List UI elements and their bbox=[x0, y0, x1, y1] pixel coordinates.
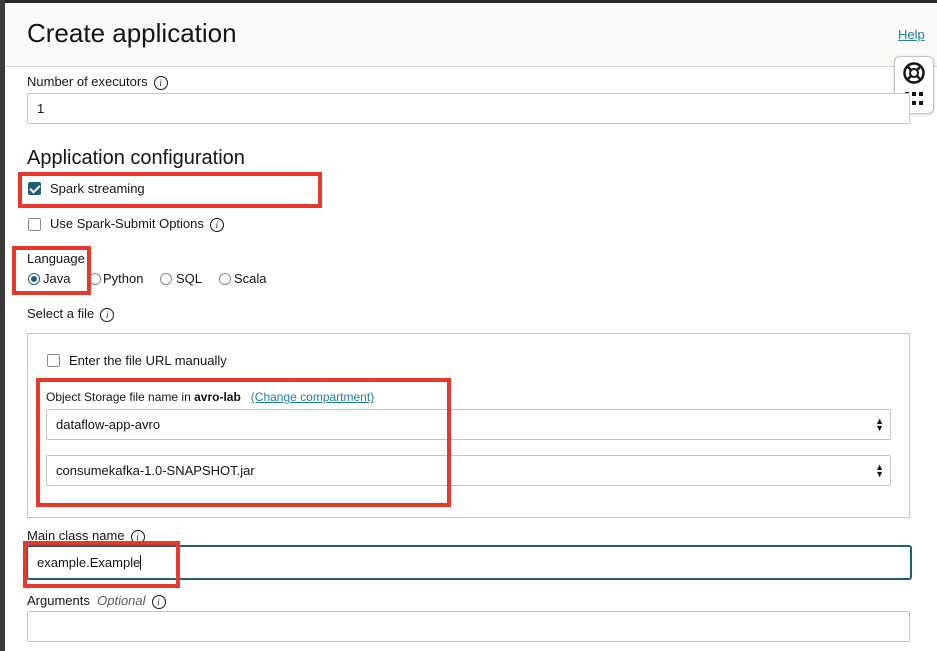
select-file-label: Select a file i bbox=[27, 306, 115, 322]
radio-scala-label: Scala bbox=[234, 271, 267, 286]
radio-sql-label: SQL bbox=[176, 271, 203, 286]
radio-scala[interactable] bbox=[219, 273, 231, 285]
executors-input[interactable]: 1 bbox=[27, 93, 910, 124]
select-arrows-icon: ▲ ▼ bbox=[875, 461, 884, 479]
select-file-label-text: Select a file bbox=[27, 306, 95, 321]
manual-url-checkbox[interactable] bbox=[47, 354, 60, 367]
app-config-title: Application configuration bbox=[27, 147, 245, 169]
executors-label: Number of executors i bbox=[27, 74, 168, 90]
info-icon[interactable]: i bbox=[209, 217, 224, 232]
highlight-main-class bbox=[23, 541, 180, 588]
select-arrows-icon: ▲ ▼ bbox=[875, 415, 884, 433]
spark-submit-checkbox[interactable] bbox=[28, 218, 41, 231]
lifebuoy-icon[interactable] bbox=[903, 62, 925, 87]
info-icon[interactable]: i bbox=[153, 75, 168, 90]
spark-submit-label: Use Spark-Submit Options i bbox=[50, 216, 224, 232]
optional-tag: Optional bbox=[97, 593, 146, 608]
highlight-spark-streaming bbox=[18, 172, 322, 208]
background-page-edge bbox=[0, 0, 5, 651]
arguments-label: Arguments Optional i bbox=[27, 593, 166, 609]
radio-python-label: Python bbox=[103, 271, 144, 286]
arguments-input[interactable] bbox=[27, 611, 910, 642]
highlight-object-storage bbox=[36, 378, 451, 507]
radio-sql[interactable] bbox=[160, 273, 172, 285]
help-link[interactable]: Help bbox=[898, 27, 925, 42]
page-title: Create application bbox=[27, 18, 237, 48]
info-icon[interactable]: i bbox=[151, 594, 166, 609]
executors-label-text: Number of executors bbox=[27, 74, 148, 89]
info-icon[interactable]: i bbox=[100, 307, 115, 322]
arguments-label-text: Arguments bbox=[27, 593, 90, 608]
manual-url-label: Enter the file URL manually bbox=[69, 353, 227, 368]
highlight-language bbox=[12, 246, 91, 295]
spark-submit-label-text: Use Spark-Submit Options bbox=[50, 216, 204, 231]
panel-header: Create application Help bbox=[5, 3, 937, 67]
